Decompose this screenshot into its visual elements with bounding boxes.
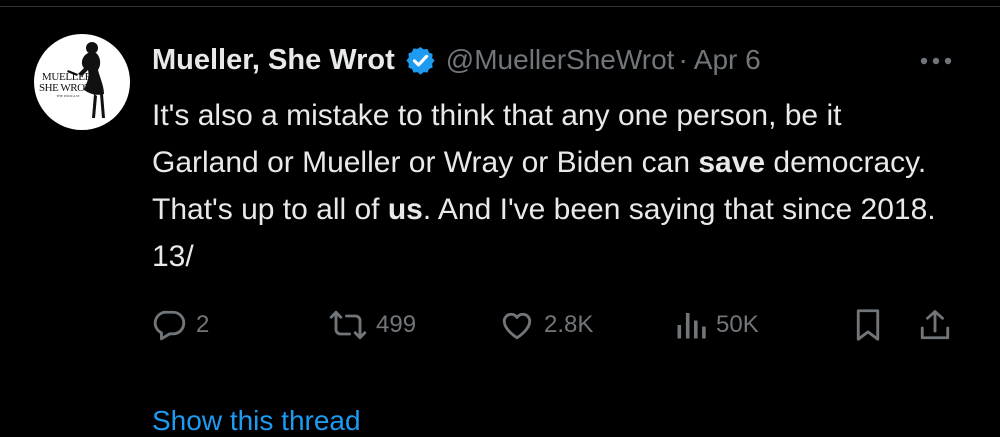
tweet-text-bold-save: save (698, 146, 766, 179)
tweet-date[interactable]: Apr 6 (694, 44, 761, 76)
views-button[interactable]: 50K (674, 300, 759, 350)
reply-icon (153, 310, 186, 341)
share-button[interactable] (918, 300, 952, 350)
tweet-header: Mueller, She Wrot @MuellerSheWrot · Apr … (152, 40, 761, 80)
share-icon (920, 310, 950, 340)
author-display-name[interactable]: Mueller, She Wrot (152, 44, 395, 77)
tweet[interactable]: MUELLER, SHE WROTE THE PODCAST Mueller, … (0, 0, 1000, 436)
verified-badge-icon[interactable] (405, 45, 436, 76)
like-icon (502, 312, 532, 340)
more-options-icon[interactable] (916, 48, 956, 74)
author-handle[interactable]: @MuellerSheWrot (446, 44, 675, 76)
show-thread-link[interactable]: Show this thread (152, 405, 361, 437)
like-button[interactable]: 2.8K (498, 300, 593, 350)
views-count: 50K (716, 311, 759, 338)
repost-count: 499 (376, 311, 417, 338)
like-count: 2.8K (544, 311, 594, 338)
reply-button[interactable]: 2 (152, 300, 209, 350)
avatar-logo-line3: THE PODCAST (56, 94, 80, 98)
avatar[interactable]: MUELLER, SHE WROTE THE PODCAST (34, 34, 130, 130)
avatar-logo-line2: SHE WROTE (39, 82, 97, 94)
reply-count: 2 (196, 311, 210, 338)
bookmark-icon (856, 309, 880, 341)
header-separator: · (678, 44, 688, 75)
repost-button[interactable]: 499 (328, 300, 416, 350)
views-icon (677, 313, 706, 339)
repost-icon (329, 310, 367, 340)
tweet-text: It's also a mistake to think that any on… (152, 92, 952, 280)
tweet-actions: 2 499 2.8K 50K (0, 300, 1000, 350)
tweet-text-bold-us: us (387, 193, 423, 226)
bookmark-button[interactable] (852, 300, 884, 350)
